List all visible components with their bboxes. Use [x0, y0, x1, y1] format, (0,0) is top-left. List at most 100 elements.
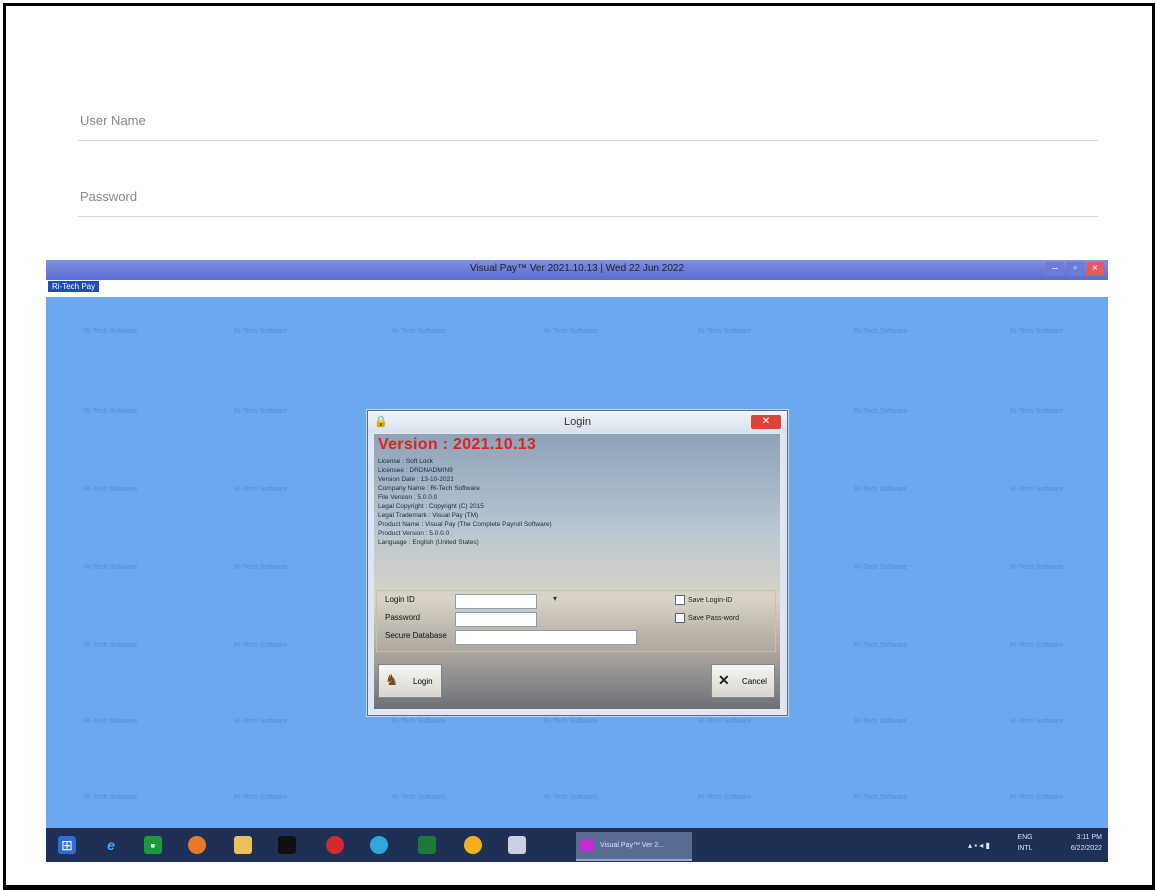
firefox-icon[interactable]: [188, 836, 206, 854]
watermark-text: Ri-Tech Software: [234, 718, 288, 725]
login-form: Login ID ▾ Password Secure Database Save…: [376, 590, 776, 652]
watermark-text: Ri-Tech Software: [234, 408, 288, 415]
info-line: Product Name : Visual Pay (The Complete …: [378, 521, 552, 528]
watermark-text: Ri-Tech Software: [234, 642, 288, 649]
watermark-text: Ri-Tech Software: [544, 794, 598, 801]
chrome-icon[interactable]: [464, 836, 482, 854]
info-line: Version Date : 13-10-2021: [378, 476, 454, 483]
watermark-text: Ri-Tech Software: [1010, 408, 1064, 415]
opera-icon[interactable]: [326, 836, 344, 854]
dialog-close-icon[interactable]: ✕: [751, 415, 781, 429]
folder-icon[interactable]: [234, 836, 252, 854]
maximize-icon[interactable]: ▫: [1066, 262, 1084, 276]
chevron-down-icon[interactable]: ▾: [553, 594, 557, 603]
info-line: Licensee : DRDNADMIN9: [378, 467, 453, 474]
save-login-checkbox[interactable]: Save Login-ID: [675, 595, 732, 605]
version-label: Version : 2021.10.13: [378, 436, 537, 453]
close-x-icon: ✕: [718, 672, 730, 688]
watermark-text: Ri-Tech Software: [234, 328, 288, 335]
info-line: File Version : 5.0.0.0: [378, 494, 438, 501]
watermark-text: Ri-Tech Software: [84, 328, 138, 335]
app-icon[interactable]: [508, 836, 526, 854]
close-icon[interactable]: ×: [1086, 262, 1104, 276]
password-placeholder: Password: [80, 189, 138, 204]
watermark-text: Ri-Tech Software: [84, 486, 138, 493]
save-login-label: Save Login-ID: [688, 596, 733, 604]
cancel-button[interactable]: ✕ Cancel: [711, 664, 775, 698]
watermark-text: Ri-Tech Software: [1010, 642, 1064, 649]
info-line: License : Soft Lock: [378, 458, 433, 465]
watermark-text: Ri-Tech Software: [1010, 794, 1064, 801]
window-controls: – ▫ ×: [1046, 262, 1104, 278]
watermark-text: Ri-Tech Software: [854, 408, 908, 415]
app-screenshot: Visual Pay™ Ver 2021.10.13 | Wed 22 Jun …: [46, 260, 1108, 862]
screenshot-frame: User Name Password Visual Pay™ Ver 2021.…: [3, 3, 1155, 890]
username-placeholder: User Name: [80, 113, 146, 128]
start-icon[interactable]: ⊞: [58, 836, 76, 854]
tray-date: 6/22/2022: [1070, 845, 1102, 852]
login-dialog-titlebar: 🔒 Login ✕: [368, 411, 787, 433]
tray-icons[interactable]: ▴ ▪ ◂ ▮: [968, 841, 998, 850]
watermark-text: Ri-Tech Software: [234, 486, 288, 493]
menu-chip[interactable]: Ri-Tech Pay: [48, 281, 100, 292]
taskbar: ⊞ e ▪ Visual Pay™ Ver 2... ▴ ▪ ◂ ▮ ENG I…: [46, 828, 1108, 862]
app-titlebar: Visual Pay™ Ver 2021.10.13 | Wed 22 Jun …: [46, 260, 1108, 280]
edge-icon[interactable]: [370, 836, 388, 854]
watermark-text: Ri-Tech Software: [854, 642, 908, 649]
login-dialog-title: Login: [564, 416, 591, 428]
terminal-icon[interactable]: [278, 836, 296, 854]
watermark-text: Ri-Tech Software: [392, 794, 446, 801]
watermark-text: Ri-Tech Software: [854, 794, 908, 801]
watermark-text: Ri-Tech Software: [854, 564, 908, 571]
watermark-text: Ri-Tech Software: [1010, 486, 1064, 493]
watermark-text: Ri-Tech Software: [854, 718, 908, 725]
login-id-input[interactable]: [455, 594, 537, 609]
login-dialog: 🔒 Login ✕ Version : 2021.10.13 License :…: [367, 410, 788, 716]
info-line: Legal Copyright : Copyright (C) 2015: [378, 503, 484, 510]
tray-time[interactable]: 3:11 PM: [1046, 834, 1102, 841]
watermark-text: Ri-Tech Software: [544, 718, 598, 725]
watermark-text: Ri-Tech Software: [854, 486, 908, 493]
tray-region: INTL: [1017, 845, 1033, 852]
login-button[interactable]: ♞ Login: [378, 664, 442, 698]
cancel-button-label: Cancel: [742, 677, 767, 686]
store-icon[interactable]: ▪: [144, 836, 162, 854]
password-input[interactable]: [455, 612, 537, 627]
password-label: Password: [385, 613, 421, 622]
save-password-checkbox[interactable]: Save Pass-word: [675, 613, 739, 623]
taskbar-active-app[interactable]: Visual Pay™ Ver 2...: [576, 832, 692, 861]
watermark-text: Ri-Tech Software: [392, 718, 446, 725]
watermark-text: Ri-Tech Software: [234, 794, 288, 801]
excel-icon[interactable]: [418, 836, 436, 854]
user-icon: ♞: [385, 672, 399, 689]
ie-icon[interactable]: e: [102, 836, 120, 854]
app-title: Visual Pay™ Ver 2021.10.13 | Wed 22 Jun …: [469, 263, 685, 274]
login-button-label: Login: [413, 677, 433, 686]
password-field[interactable]: Password: [78, 178, 1098, 217]
watermark-text: Ri-Tech Software: [84, 408, 138, 415]
watermark-text: Ri-Tech Software: [854, 328, 908, 335]
watermark-text: Ri-Tech Software: [1010, 564, 1064, 571]
secure-database-input[interactable]: [455, 630, 637, 645]
checkbox-icon: [675, 595, 685, 605]
username-field[interactable]: User Name: [78, 102, 1098, 141]
info-line: Language : English (United States): [378, 539, 479, 546]
watermark-text: Ri-Tech Software: [1010, 328, 1064, 335]
visual-pay-icon: [580, 839, 594, 852]
watermark-text: Ri-Tech Software: [544, 328, 598, 335]
checkbox-icon: [675, 613, 685, 623]
tray-lang[interactable]: ENG: [1010, 834, 1040, 841]
save-password-label: Save Pass-word: [688, 614, 739, 622]
taskbar-app-label: Visual Pay™ Ver 2...: [600, 842, 665, 849]
info-line: Product Version : 5.0.0.0: [378, 530, 450, 537]
watermark-text: Ri-Tech Software: [234, 564, 288, 571]
watermark-text: Ri-Tech Software: [392, 328, 446, 335]
watermark-text: Ri-Tech Software: [1010, 718, 1064, 725]
minimize-icon[interactable]: –: [1046, 262, 1064, 276]
login-id-label: Login ID: [385, 595, 415, 604]
watermark-text: Ri-Tech Software: [84, 642, 138, 649]
info-line: Legal Trademark : Visual Pay (TM): [378, 512, 479, 519]
watermark-text: Ri-Tech Software: [84, 564, 138, 571]
watermark-text: Ri-Tech Software: [698, 328, 752, 335]
secure-database-label: Secure Database: [385, 631, 447, 640]
